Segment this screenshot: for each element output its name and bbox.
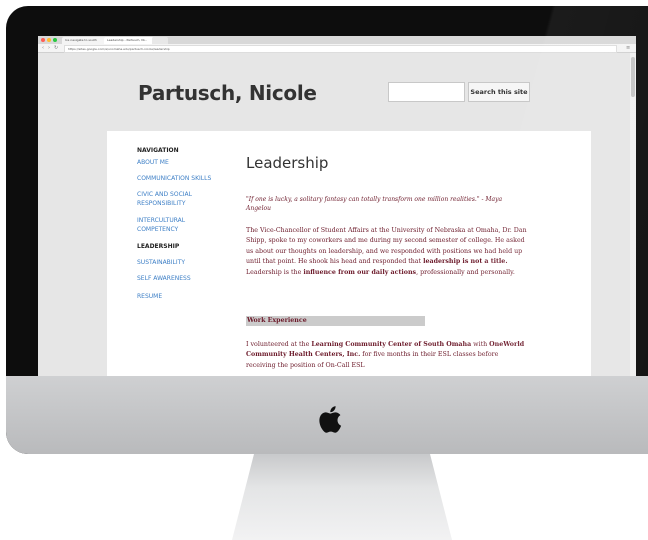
nav-item-communication-skills[interactable]: COMMUNICATION SKILLS <box>137 175 217 184</box>
site-title[interactable]: Partusch, Nicole <box>138 81 317 105</box>
apple-logo-icon <box>319 406 342 433</box>
search-input[interactable] <box>388 82 465 102</box>
section-heading: Work Experience <box>246 316 425 326</box>
nav-item-sustainability[interactable]: SUSTAINABILITY <box>137 259 217 268</box>
nav-item-intercultural-competency[interactable]: INTERCULTURAL COMPETENCY <box>137 217 217 234</box>
nav-item-self-awareness[interactable]: SELF AWARENESS <box>137 275 217 284</box>
web-page: Partusch, Nicole Search this site NAVIGA… <box>38 53 630 380</box>
nav-heading: NAVIGATION <box>137 147 179 154</box>
url-input[interactable]: https://sites.google.com/a/unomaha.edu/p… <box>64 45 617 53</box>
quote: "If one is lucky, a solitary fantasy can… <box>246 196 503 212</box>
browser-tab[interactable]: Ice navigate to south <box>62 37 106 44</box>
nav-item-about-me[interactable]: ABOUT ME <box>137 159 217 168</box>
browser-window: Ice navigate to south Leadership - Partu… <box>38 36 636 380</box>
nav-item-resume[interactable]: RESUME <box>137 293 217 302</box>
scrollbar-thumb[interactable] <box>631 57 635 97</box>
new-tab-button[interactable] <box>152 37 168 44</box>
address-bar: ‹ › ↻ https://sites.google.com/a/unomaha… <box>38 44 636 53</box>
page-heading: Leadership <box>246 154 329 172</box>
imac-stand <box>232 454 452 540</box>
browser-tab-active[interactable]: Leadership - Partusch, Ni... <box>104 37 154 44</box>
forward-icon[interactable]: › <box>48 45 50 51</box>
nav-item-civic-social-responsibility[interactable]: CIVIC AND SOCIAL RESPONSIBILITY <box>137 191 217 208</box>
minimize-window-icon[interactable] <box>47 38 51 42</box>
reload-icon[interactable]: ↻ <box>54 45 58 51</box>
nav-item-leadership[interactable]: LEADERSHIP <box>137 243 217 252</box>
maximize-window-icon[interactable] <box>53 38 57 42</box>
content-panel: NAVIGATION ABOUT ME COMMUNICATION SKILLS… <box>107 131 591 380</box>
back-icon[interactable]: ‹ <box>42 45 44 51</box>
paragraph: I volunteered at the Learning Community … <box>246 341 525 369</box>
scrollbar[interactable] <box>630 53 636 380</box>
paragraph: The Vice-Chancellor of Student Affairs a… <box>246 227 527 276</box>
tab-bar: Ice navigate to south Leadership - Partu… <box>38 36 636 44</box>
menu-icon[interactable]: ≡ <box>626 45 630 51</box>
close-window-icon[interactable] <box>41 38 45 42</box>
search-button[interactable]: Search this site <box>468 82 530 102</box>
